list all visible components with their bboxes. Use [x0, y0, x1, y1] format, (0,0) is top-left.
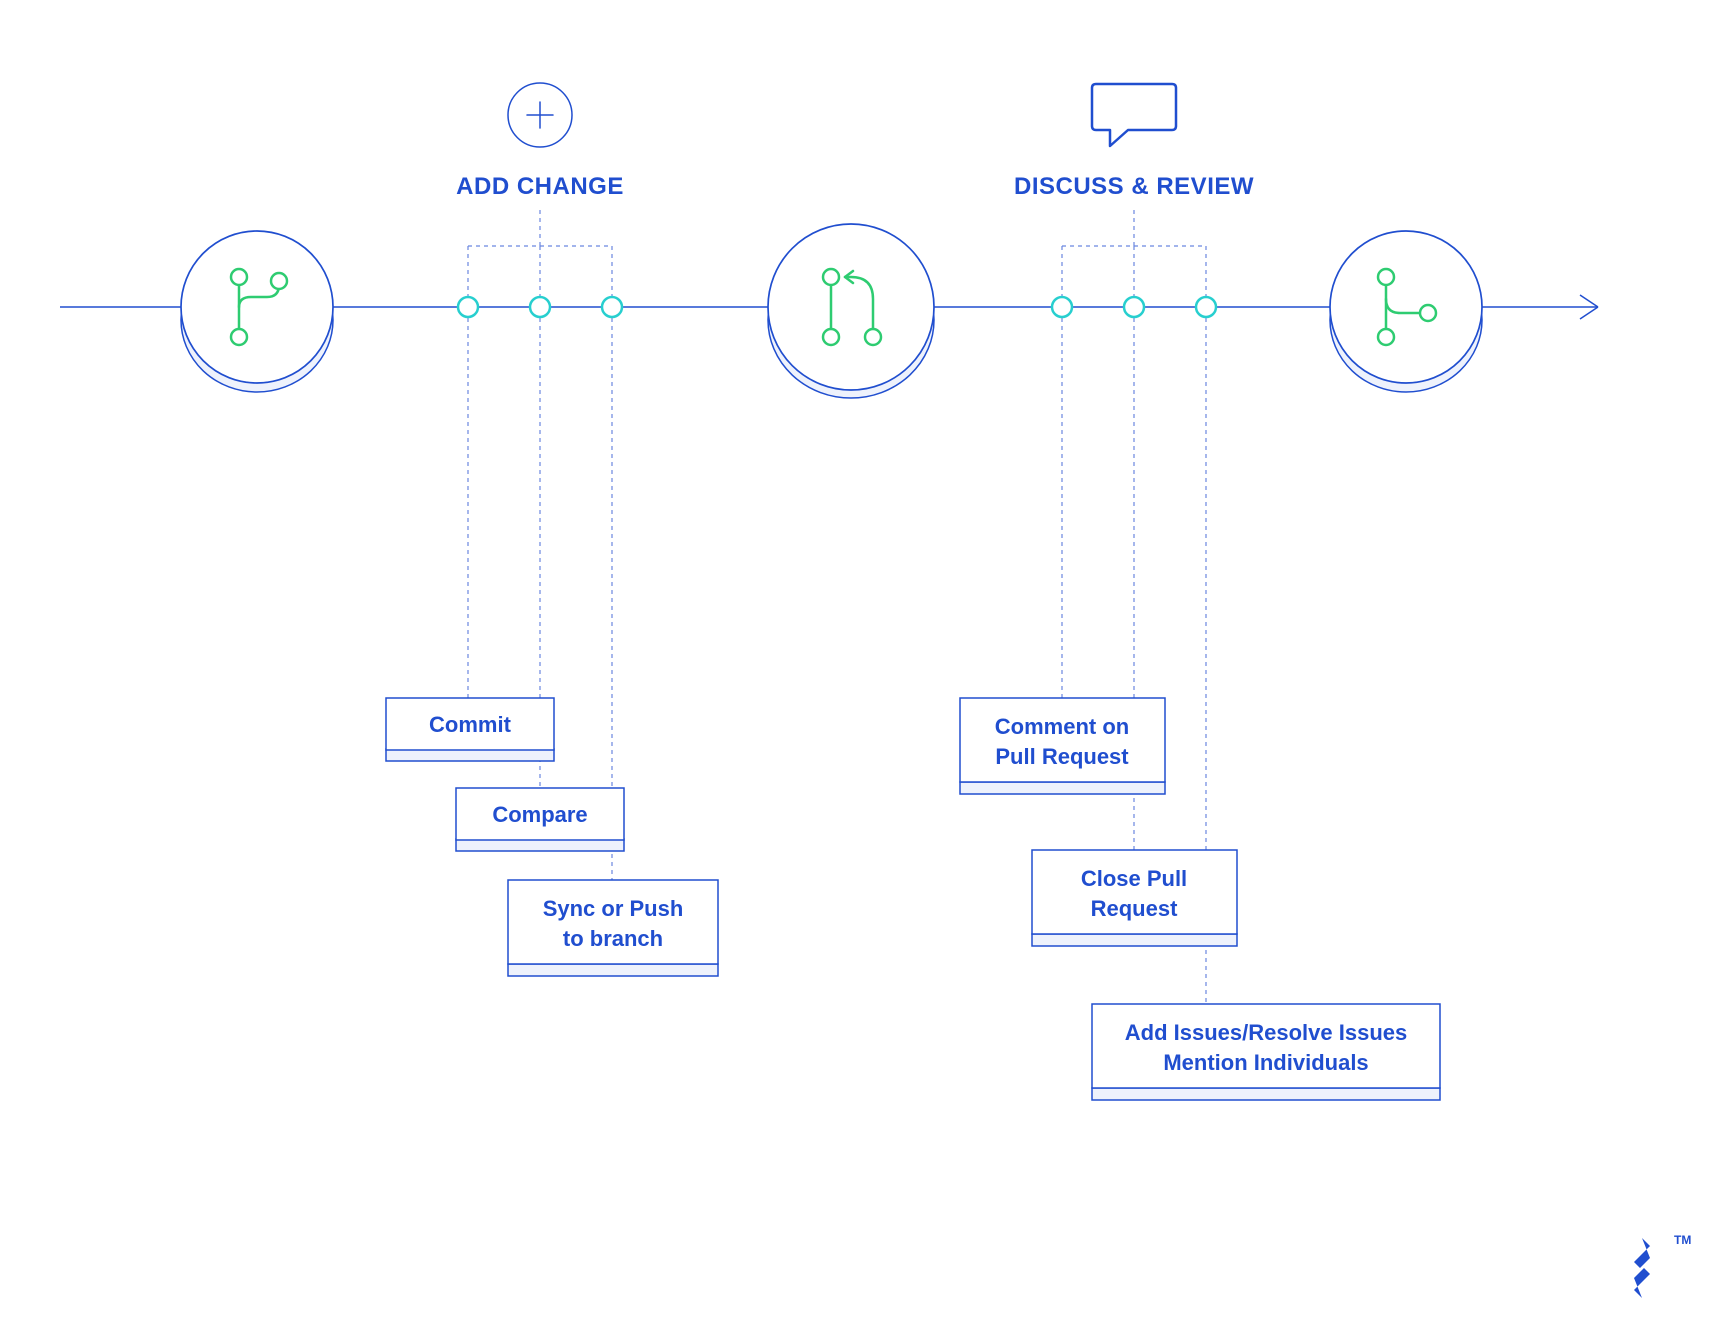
timeline-dot: [1196, 297, 1216, 317]
action-box-comment-pr: Comment on Pull Request: [960, 698, 1165, 794]
timeline-node-branch: [181, 231, 333, 392]
stage-discuss-review-title: DISCUSS & REVIEW: [1014, 173, 1254, 200]
stage-discuss-review: DISCUSS & REVIEW Comment on Pull Request…: [960, 84, 1440, 1100]
stage-add-change-title: ADD CHANGE: [456, 173, 624, 200]
plus-icon: [508, 83, 572, 147]
action-box-close-pr: Close Pull Request: [1032, 850, 1237, 946]
timeline-dot: [458, 297, 478, 317]
svg-text:to branch: to branch: [563, 926, 663, 951]
svg-text:Sync or Push: Sync or Push: [543, 896, 684, 921]
timeline-node-pull-request: [768, 224, 934, 398]
svg-text:Request: Request: [1091, 896, 1178, 921]
trademark-label: TM: [1674, 1233, 1691, 1247]
svg-text:Pull Request: Pull Request: [995, 744, 1129, 769]
svg-text:Comment on: Comment on: [995, 714, 1129, 739]
svg-text:Close Pull: Close Pull: [1081, 866, 1187, 891]
toptal-logo: [1620, 1238, 1664, 1298]
action-box-issues-mention: Add Issues/Resolve Issues Mention Indivi…: [1092, 1004, 1440, 1100]
svg-text:Commit: Commit: [429, 712, 512, 737]
git-workflow-diagram: ADD CHANGE Commit Compare Sync: [0, 0, 1720, 1326]
action-box-compare: Compare: [456, 788, 624, 851]
action-box-sync-push: Sync or Push to branch: [508, 880, 718, 976]
timeline-dot: [1052, 297, 1072, 317]
speech-bubble-icon: [1092, 84, 1176, 146]
stage-add-change: ADD CHANGE Commit Compare Sync: [386, 83, 718, 976]
timeline-dot: [1124, 297, 1144, 317]
action-box-commit: Commit: [386, 698, 554, 761]
timeline-dot: [602, 297, 622, 317]
timeline-node-merge: [1330, 231, 1482, 392]
timeline-dot: [530, 297, 550, 317]
svg-text:Add Issues/Resolve Issues: Add Issues/Resolve Issues: [1125, 1020, 1407, 1045]
svg-text:Mention Individuals: Mention Individuals: [1163, 1050, 1368, 1075]
svg-text:Compare: Compare: [492, 802, 587, 827]
